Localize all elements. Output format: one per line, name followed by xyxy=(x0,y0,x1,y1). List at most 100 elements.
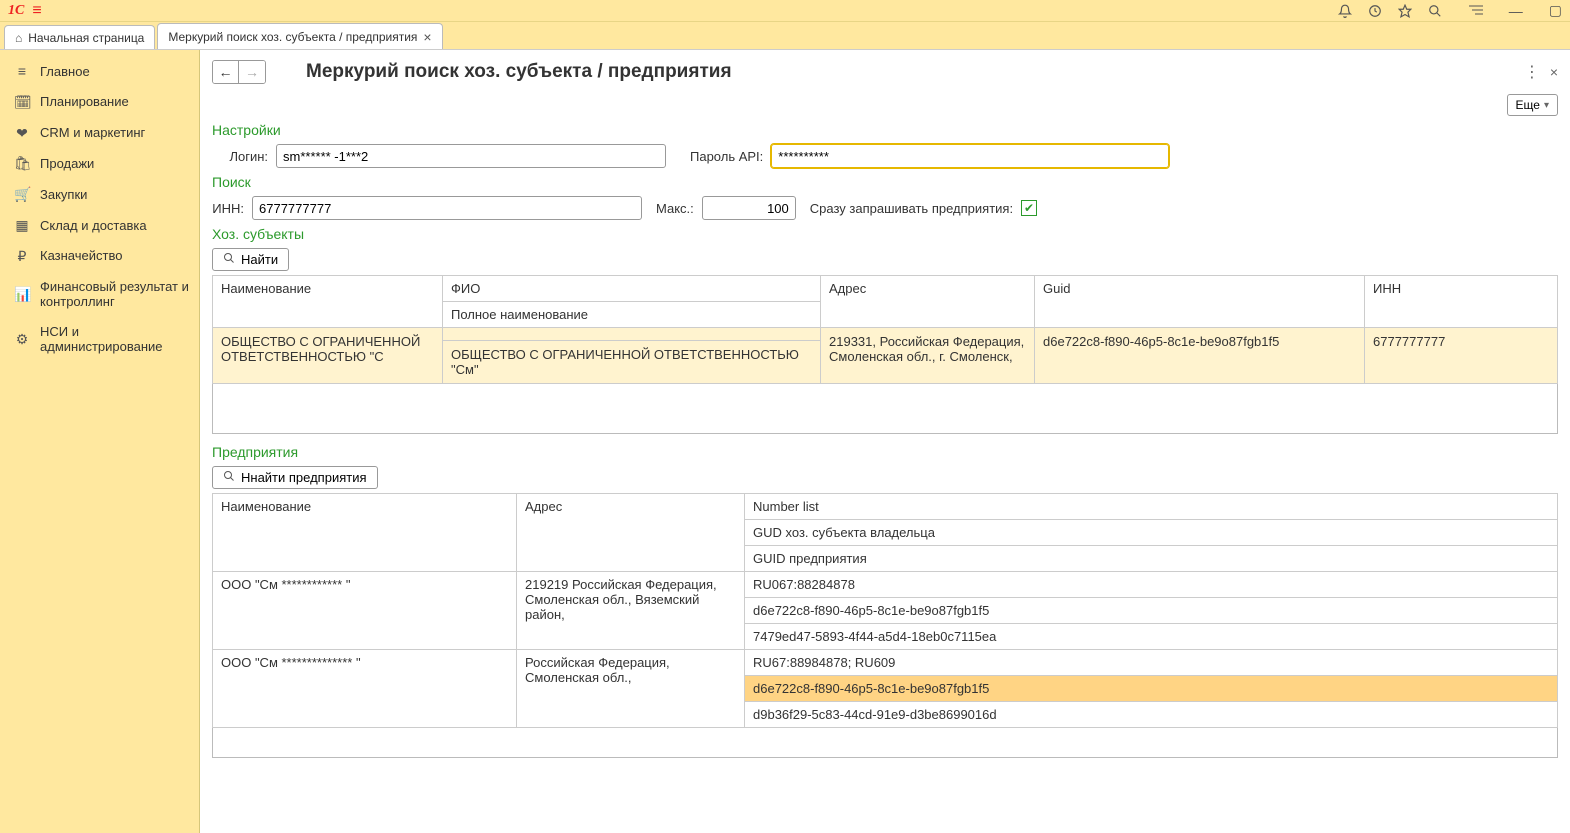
kebab-icon[interactable]: ⋮ xyxy=(1524,62,1540,82)
find-enterprises-button[interactable]: Ннайти предприятия xyxy=(212,466,378,489)
sidebar-item-sales[interactable]: 🛍 Продажи xyxy=(0,148,199,179)
minimize-icon[interactable]: — xyxy=(1509,3,1523,19)
cell-ent-guid: 7479ed47-5893-4f44-a5d4-18eb0c7115ea xyxy=(745,624,1558,650)
cell-fullname: ОБЩЕСТВО С ОГРАНИЧЕННОЙ ОТВЕТСТВЕННОСТЬЮ… xyxy=(443,341,821,384)
col-ent-numlist[interactable]: Number list xyxy=(745,494,1558,520)
grid-icon: ▦ xyxy=(14,217,30,234)
password-input[interactable] xyxy=(771,144,1169,168)
sidebar-item-label: CRM и маркетинг xyxy=(40,125,145,141)
inn-label: ИНН: xyxy=(212,201,244,216)
sidebar-item-main[interactable]: ≡ Главное xyxy=(0,56,199,87)
settings-lines-icon[interactable] xyxy=(1469,3,1483,19)
tab-active[interactable]: Меркурий поиск хоз. субъекта / предприят… xyxy=(157,23,442,49)
more-button-label: Еще xyxy=(1516,98,1540,112)
sidebar-item-treasury[interactable]: ₽ Казначейство xyxy=(0,241,199,272)
cell-ent-addr: Российская Федерация, Смоленская обл., xyxy=(517,650,745,728)
page-title: Меркурий поиск хоз. субъекта / предприят… xyxy=(306,61,732,83)
close-icon[interactable]: × xyxy=(1550,64,1558,80)
login-label: Логин: xyxy=(212,149,268,164)
cell-name: ОБЩЕСТВО С ОГРАНИЧЕННОЙ ОТВЕТСТВЕННОСТЬЮ… xyxy=(213,328,443,384)
max-input[interactable] xyxy=(702,196,796,220)
subjects-table[interactable]: Наименование ФИО Адрес Guid ИНН Полное н… xyxy=(212,275,1558,384)
sidebar-item-label: Казначейство xyxy=(40,248,122,264)
maximize-icon[interactable]: ▢ xyxy=(1549,2,1562,19)
sidebar-item-label: Закупки xyxy=(40,187,87,203)
heart-icon: ❤ xyxy=(14,125,30,142)
tab-home-label: Начальная страница xyxy=(28,31,144,45)
magnifier-icon xyxy=(223,252,235,267)
cell-inn: 6777777777 xyxy=(1365,328,1558,384)
sidebar-item-stock[interactable]: ▦ Склад и доставка xyxy=(0,210,199,241)
chart-icon: 📊 xyxy=(14,286,30,303)
gear-icon: ⚙ xyxy=(14,331,30,348)
topbar: 1C ≡ — ▢ xyxy=(0,0,1570,22)
cell-ent-guid: d9b36f29-5c83-44cd-91e9-d3be8699016d xyxy=(745,702,1558,728)
enterprises-table[interactable]: Наименование Адрес Number list GUD хоз. … xyxy=(212,493,1558,728)
sidebar-item-label: Склад и доставка xyxy=(40,218,147,234)
tab-close-icon[interactable]: × xyxy=(423,29,431,45)
star-icon[interactable] xyxy=(1397,3,1413,19)
tab-active-label: Меркурий поиск хоз. субъекта / предприят… xyxy=(168,30,417,44)
home-icon: ⌂ xyxy=(15,31,22,45)
search-icon[interactable] xyxy=(1427,3,1443,19)
section-settings: Настройки xyxy=(212,122,1558,138)
table-row[interactable]: ОБЩЕСТВО С ОГРАНИЧЕННОЙ ОТВЕТСТВЕННОСТЬЮ… xyxy=(213,328,1558,341)
find-subjects-button[interactable]: Найти xyxy=(212,248,289,271)
table-row[interactable]: ООО "См ************ " 219219 Российская… xyxy=(213,572,1558,598)
cell-ent-gud: d6e722c8-f890-46p5-8c1e-be9o87fgb1f5 xyxy=(745,598,1558,624)
cell-ent-numlist: RU067:88284878 xyxy=(745,572,1558,598)
sidebar-item-crm[interactable]: ❤ CRM и маркетинг xyxy=(0,118,199,149)
forward-button[interactable]: → xyxy=(239,61,265,83)
col-guid[interactable]: Guid xyxy=(1035,276,1365,328)
immediate-checkbox[interactable]: ✔ xyxy=(1021,200,1037,216)
bell-icon[interactable] xyxy=(1337,3,1353,19)
col-ent-gud[interactable]: GUD хоз. субъекта владельца xyxy=(745,520,1558,546)
nav-buttons: ← → xyxy=(212,60,266,84)
cell-ent-name: ООО "См ************** " xyxy=(213,650,517,728)
col-addr[interactable]: Адрес xyxy=(821,276,1035,328)
col-fio-sub[interactable]: Полное наименование xyxy=(443,302,821,328)
history-icon[interactable] xyxy=(1367,3,1383,19)
tab-home[interactable]: ⌂ Начальная страница xyxy=(4,25,155,49)
sidebar-item-label: Финансовый результат и контроллинг xyxy=(40,279,189,310)
logo: 1C xyxy=(8,3,24,19)
col-ent-name[interactable]: Наименование xyxy=(213,494,517,572)
table-row[interactable]: ООО "См ************** " Российская Феде… xyxy=(213,650,1558,676)
section-subjects: Хоз. субъекты xyxy=(212,226,1558,242)
col-ent-guid[interactable]: GUID предприятия xyxy=(745,546,1558,572)
cell-ent-numlist: RU67:88984878; RU609 xyxy=(745,650,1558,676)
sidebar-item-label: Продажи xyxy=(40,156,94,172)
find-enterprises-label: Ннайти предприятия xyxy=(241,470,367,485)
col-fio[interactable]: ФИО xyxy=(443,276,821,302)
cart-icon: 🛒 xyxy=(14,186,30,203)
sidebar-item-finresult[interactable]: 📊 Финансовый результат и контроллинг xyxy=(0,272,199,317)
col-name[interactable]: Наименование xyxy=(213,276,443,328)
section-enterprises: Предприятия xyxy=(212,444,1558,460)
section-search: Поиск xyxy=(212,174,1558,190)
max-label: Макс.: xyxy=(656,201,694,216)
ruble-icon: ₽ xyxy=(14,248,30,265)
cell-ent-name: ООО "См ************ " xyxy=(213,572,517,650)
more-button[interactable]: Еще xyxy=(1507,94,1558,116)
sidebar-item-label: Планирование xyxy=(40,94,129,110)
col-inn[interactable]: ИНН xyxy=(1365,276,1558,328)
immediate-label: Сразу запрашивать предприятия: xyxy=(810,201,1013,216)
tabrow: ⌂ Начальная страница Меркурий поиск хоз.… xyxy=(0,22,1570,50)
calendar-icon: 🗓 xyxy=(14,94,30,111)
sidebar-item-nsi[interactable]: ⚙ НСИ и администрирование xyxy=(0,317,199,362)
login-input[interactable] xyxy=(276,144,666,168)
sidebar-item-label: Главное xyxy=(40,64,90,80)
inn-input[interactable] xyxy=(252,196,642,220)
bag-icon: 🛍 xyxy=(14,155,30,172)
sidebar: ≡ Главное 🗓 Планирование ❤ CRM и маркети… xyxy=(0,50,200,833)
sidebar-item-planning[interactable]: 🗓 Планирование xyxy=(0,87,199,118)
find-subjects-label: Найти xyxy=(241,252,278,267)
hamburger-icon[interactable]: ≡ xyxy=(32,2,41,20)
sidebar-item-purchases[interactable]: 🛒 Закупки xyxy=(0,179,199,210)
password-label: Пароль API: xyxy=(690,149,763,164)
back-button[interactable]: ← xyxy=(213,61,239,83)
cell-addr: 219331, Российская Федерация, Смоленская… xyxy=(821,328,1035,384)
col-ent-addr[interactable]: Адрес xyxy=(517,494,745,572)
menu-lines-icon: ≡ xyxy=(14,63,30,80)
cell-guid: d6e722c8-f890-46p5-8c1e-be9o87fgb1f5 xyxy=(1035,328,1365,384)
